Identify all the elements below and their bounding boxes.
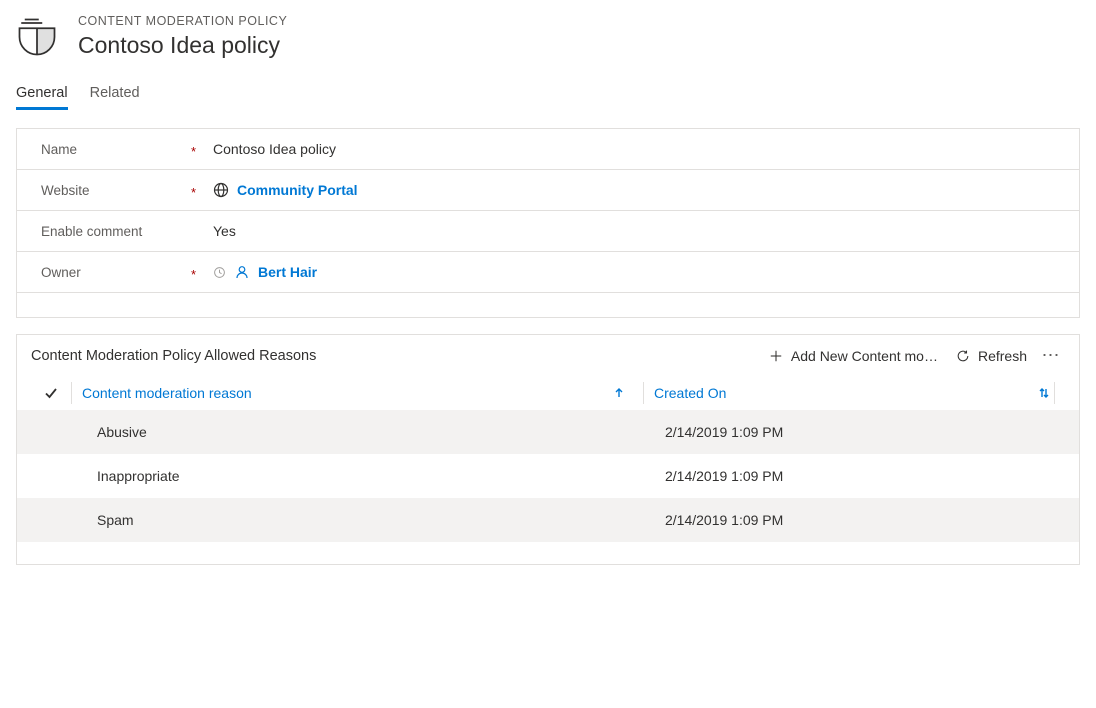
- column-header-reason[interactable]: Content moderation reason: [82, 385, 643, 401]
- field-owner: Owner * Bert Hair: [17, 252, 1079, 293]
- column-separator: [643, 382, 644, 404]
- cell-created-on: 2/14/2019 1:09 PM: [665, 468, 1065, 484]
- field-label: Owner *: [41, 265, 195, 280]
- cell-reason: Inappropriate: [97, 468, 665, 484]
- subgrid-header: Content Moderation Policy Allowed Reason…: [17, 335, 1079, 376]
- field-enable-comment: Enable comment Yes: [17, 211, 1079, 252]
- allowed-reasons-panel: Content Moderation Policy Allowed Reason…: [16, 334, 1080, 565]
- website-lookup[interactable]: Community Portal: [195, 182, 1055, 198]
- label-text: Owner: [41, 265, 81, 280]
- enable-comment-input[interactable]: Yes: [195, 223, 1055, 239]
- required-indicator: *: [191, 267, 196, 282]
- owner-lookup[interactable]: Bert Hair: [195, 264, 1055, 280]
- page-title: Contoso Idea policy: [78, 32, 287, 59]
- check-icon: [43, 385, 59, 401]
- required-indicator: *: [191, 185, 196, 200]
- grid-header-row: Content moderation reason Created On: [17, 376, 1079, 410]
- field-label: Name *: [41, 142, 195, 157]
- page-header: CONTENT MODERATION POLICY Contoso Idea p…: [16, 14, 1080, 59]
- field-website: Website * Community Portal: [17, 170, 1079, 211]
- refresh-icon: [956, 349, 970, 363]
- table-row[interactable]: Inappropriate 2/14/2019 1:09 PM: [17, 454, 1079, 498]
- add-new-button[interactable]: Add New Content mo…: [769, 348, 938, 364]
- cell-reason: Abusive: [97, 424, 665, 440]
- tab-related[interactable]: Related: [90, 85, 140, 110]
- label-text: Name: [41, 142, 77, 157]
- tab-bar: General Related: [16, 85, 1080, 110]
- cell-reason: Spam: [97, 512, 665, 528]
- column-header-created-on[interactable]: Created On: [654, 385, 1054, 401]
- label-text: Enable comment: [41, 224, 142, 239]
- label-text: Website: [41, 183, 90, 198]
- owner-link[interactable]: Bert Hair: [258, 264, 317, 280]
- field-label: Enable comment: [41, 224, 195, 239]
- grid-body: Abusive 2/14/2019 1:09 PM Inappropriate …: [17, 410, 1079, 564]
- clock-icon: [213, 266, 226, 279]
- globe-icon: [213, 182, 229, 198]
- plus-icon: [769, 349, 783, 363]
- website-link[interactable]: Community Portal: [237, 182, 358, 198]
- sort-asc-icon: [613, 387, 625, 399]
- reasons-grid: Content moderation reason Created On Abu…: [17, 376, 1079, 564]
- refresh-label: Refresh: [978, 348, 1027, 364]
- col-label: Content moderation reason: [82, 385, 252, 401]
- select-all-checkbox[interactable]: [31, 385, 71, 401]
- name-input[interactable]: Contoso Idea policy: [195, 141, 1055, 157]
- more-commands-button[interactable]: ⋯: [1037, 345, 1065, 366]
- column-separator: [71, 382, 72, 404]
- column-separator: [1054, 382, 1055, 404]
- field-label: Website *: [41, 183, 195, 198]
- required-indicator: *: [191, 144, 196, 159]
- table-row[interactable]: Abusive 2/14/2019 1:09 PM: [17, 410, 1079, 454]
- general-panel: Name * Contoso Idea policy Website * Com…: [16, 128, 1080, 318]
- col-label: Created On: [654, 385, 726, 401]
- add-new-label: Add New Content mo…: [791, 348, 938, 364]
- breadcrumb: CONTENT MODERATION POLICY: [78, 14, 287, 28]
- policy-shield-icon: [16, 16, 58, 58]
- subgrid-title: Content Moderation Policy Allowed Reason…: [31, 348, 751, 364]
- field-value: Yes: [213, 223, 236, 239]
- table-row[interactable]: Spam 2/14/2019 1:09 PM: [17, 498, 1079, 542]
- cell-created-on: 2/14/2019 1:09 PM: [665, 424, 1065, 440]
- tab-general[interactable]: General: [16, 85, 68, 110]
- field-value: Contoso Idea policy: [213, 141, 336, 157]
- person-icon: [234, 264, 250, 280]
- refresh-button[interactable]: Refresh: [956, 348, 1027, 364]
- cell-created-on: 2/14/2019 1:09 PM: [665, 512, 1065, 528]
- sort-swap-icon: [1038, 387, 1050, 399]
- field-name: Name * Contoso Idea policy: [17, 129, 1079, 170]
